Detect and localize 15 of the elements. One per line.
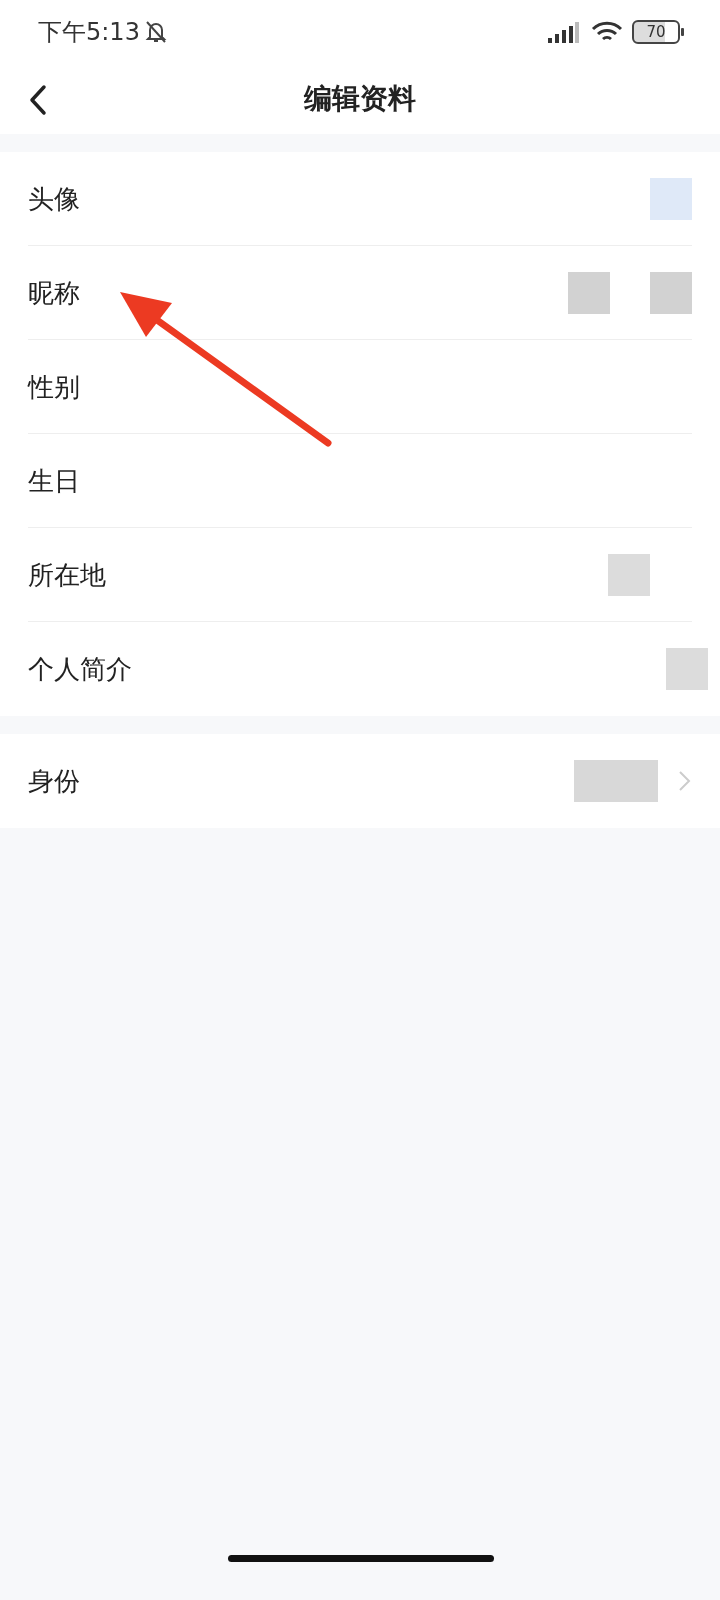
avatar-placeholder [650,178,692,220]
field-label[interactable]: 性别 [28,369,692,405]
field-label[interactable]: 所在地 [28,557,568,593]
muted-bell-icon [143,19,168,45]
field-label[interactable]: 个人简介 [28,651,626,687]
status-time: 下午5:13 [38,17,140,48]
redaction-block [568,272,610,314]
redaction-block [666,648,708,690]
field-label[interactable]: 头像 [28,181,610,217]
redaction-block [650,272,692,314]
field-label[interactable]: 生日 [28,463,692,499]
signal-icon [546,20,580,44]
field-label[interactable]: 昵称 [28,275,528,311]
redaction-block [608,554,650,596]
page-title: 编辑资料 [304,81,416,117]
